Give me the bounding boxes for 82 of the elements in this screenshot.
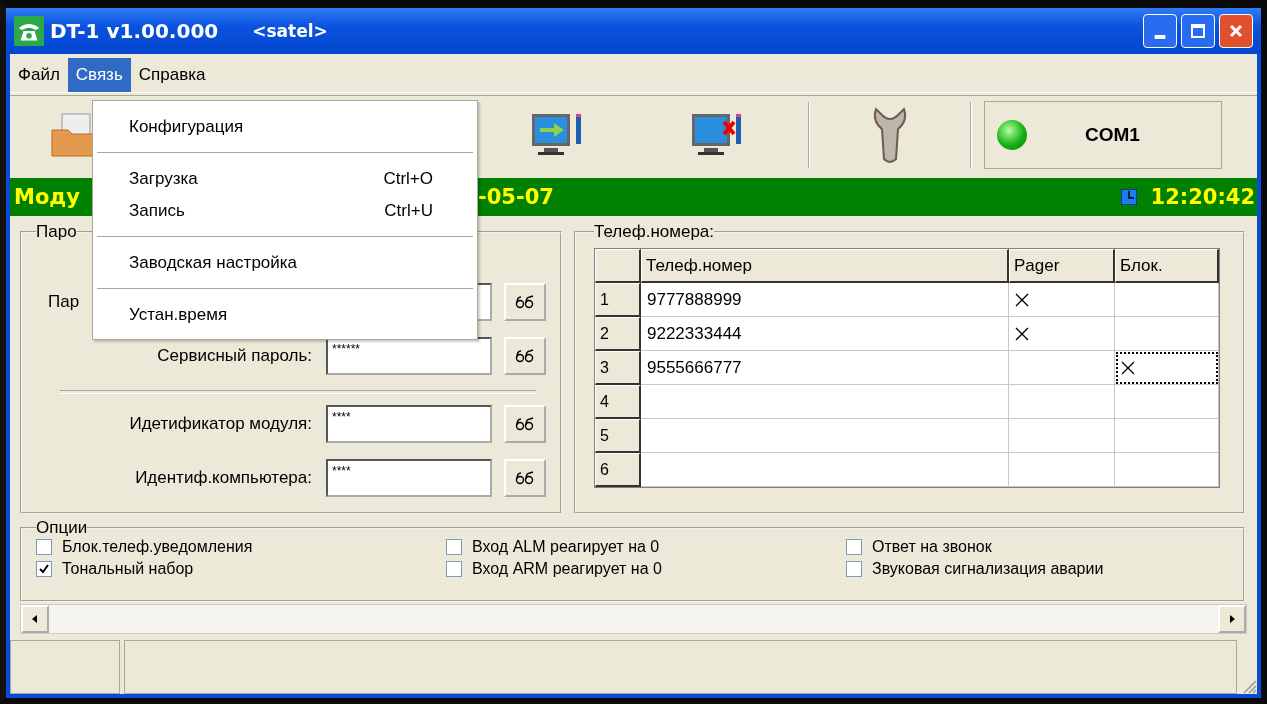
column-header[interactable]: Блок. xyxy=(1115,249,1219,283)
pager-cell[interactable] xyxy=(1009,351,1115,385)
time-label: 12:20:42 xyxy=(1150,185,1255,209)
pager-cell[interactable] xyxy=(1009,419,1115,453)
field-label: Идетификатор модуля: xyxy=(128,414,313,434)
row-header: 1 xyxy=(595,283,641,317)
resize-grip-icon[interactable] xyxy=(1241,678,1257,694)
right-arrow-icon xyxy=(1227,614,1237,624)
minimize-button[interactable] xyxy=(1143,14,1177,48)
field-label: Сервисный пароль: xyxy=(156,346,313,366)
password-field[interactable]: **** xyxy=(326,459,492,497)
menu-item[interactable]: Файл xyxy=(10,58,68,92)
pager-cell[interactable] xyxy=(1009,283,1115,317)
minimize-icon xyxy=(1154,35,1166,39)
show-password-button[interactable] xyxy=(504,283,546,321)
module-label: Моду xyxy=(13,185,80,209)
block-cell[interactable] xyxy=(1115,283,1219,317)
option-checkbox[interactable]: Ответ на звонок xyxy=(846,538,1229,556)
maximize-icon xyxy=(1188,21,1208,41)
window-title: DT-1 v1.00.000 xyxy=(50,19,219,43)
field-label: Пар xyxy=(47,292,81,312)
block-cell[interactable] xyxy=(1115,453,1219,487)
date-label: -05-07 xyxy=(478,185,554,209)
cross-mark-icon xyxy=(1015,326,1029,341)
left-arrow-icon xyxy=(30,614,40,624)
block-cell[interactable] xyxy=(1115,317,1219,351)
window-subtitle: <satel> xyxy=(252,21,328,41)
clock-icon xyxy=(1120,189,1137,205)
glasses-icon xyxy=(515,295,535,309)
show-password-button[interactable] xyxy=(504,405,546,443)
option-checkbox[interactable]: Блок.телеф.уведомления xyxy=(36,538,446,556)
pager-cell[interactable] xyxy=(1009,317,1115,351)
password-field[interactable]: **** xyxy=(326,405,492,443)
menu-option[interactable]: Заводская настройка xyxy=(93,247,477,279)
group-title: Телеф.номера: xyxy=(594,222,715,242)
check-icon xyxy=(38,563,50,575)
menu-option[interactable]: Устан.время xyxy=(93,299,477,331)
glasses-icon xyxy=(515,471,535,485)
glasses-icon xyxy=(515,417,535,431)
menu-option[interactable]: Запись Ctrl+U xyxy=(93,195,477,227)
show-password-button[interactable] xyxy=(504,337,546,375)
phone-cell[interactable]: 9777888999 xyxy=(641,283,1009,317)
maximize-button[interactable] xyxy=(1181,14,1215,48)
telephone-icon xyxy=(14,16,44,46)
column-header[interactable]: Телеф.номер xyxy=(641,249,1009,283)
block-cell[interactable] xyxy=(1115,351,1219,385)
field-label: Идентиф.компьютера: xyxy=(134,468,313,488)
port-label: COM1 xyxy=(1085,124,1140,146)
horizontal-scrollbar[interactable] xyxy=(20,604,1247,634)
row-header: 6 xyxy=(595,453,641,487)
pager-cell[interactable] xyxy=(1009,385,1115,419)
cross-mark-icon xyxy=(1015,292,1029,307)
show-password-button[interactable] xyxy=(504,459,546,497)
row-header: 4 xyxy=(595,385,641,419)
phone-cell[interactable] xyxy=(641,419,1009,453)
column-header[interactable]: Pager xyxy=(1009,249,1115,283)
group-title: Опции xyxy=(36,518,88,538)
group-title: Паро xyxy=(36,222,77,242)
cross-mark-icon xyxy=(1121,360,1135,375)
phone-cell[interactable]: 9222333444 xyxy=(641,317,1009,351)
menu-item[interactable]: Справка xyxy=(130,58,214,92)
glasses-icon xyxy=(515,349,535,363)
password-field[interactable]: ****** xyxy=(326,337,492,375)
row-header: 3 xyxy=(595,351,641,385)
option-checkbox[interactable]: Вход ALM реагирует на 0 xyxy=(446,538,846,556)
menu-option[interactable]: Конфигурация xyxy=(93,111,477,143)
pager-cell[interactable] xyxy=(1009,453,1115,487)
phone-cell[interactable] xyxy=(641,385,1009,419)
phone-cell[interactable]: 9555666777 xyxy=(641,351,1009,385)
scroll-left-button[interactable] xyxy=(21,605,49,633)
block-cell[interactable] xyxy=(1115,419,1219,453)
scroll-right-button[interactable] xyxy=(1218,605,1246,633)
close-button[interactable] xyxy=(1219,14,1253,48)
option-checkbox[interactable]: Вход ARM реагирует на 0 xyxy=(446,560,846,578)
option-checkbox[interactable]: Тональный набор xyxy=(36,560,446,578)
menu-option[interactable]: Загрузка Ctrl+O xyxy=(93,163,477,195)
row-header: 5 xyxy=(595,419,641,453)
block-cell[interactable] xyxy=(1115,385,1219,419)
row-header: 2 xyxy=(595,317,641,351)
menu-item[interactable]: Связь xyxy=(67,58,131,92)
option-checkbox[interactable]: Звуковая сигнализация аварии xyxy=(846,560,1229,578)
phone-cell[interactable] xyxy=(641,453,1009,487)
